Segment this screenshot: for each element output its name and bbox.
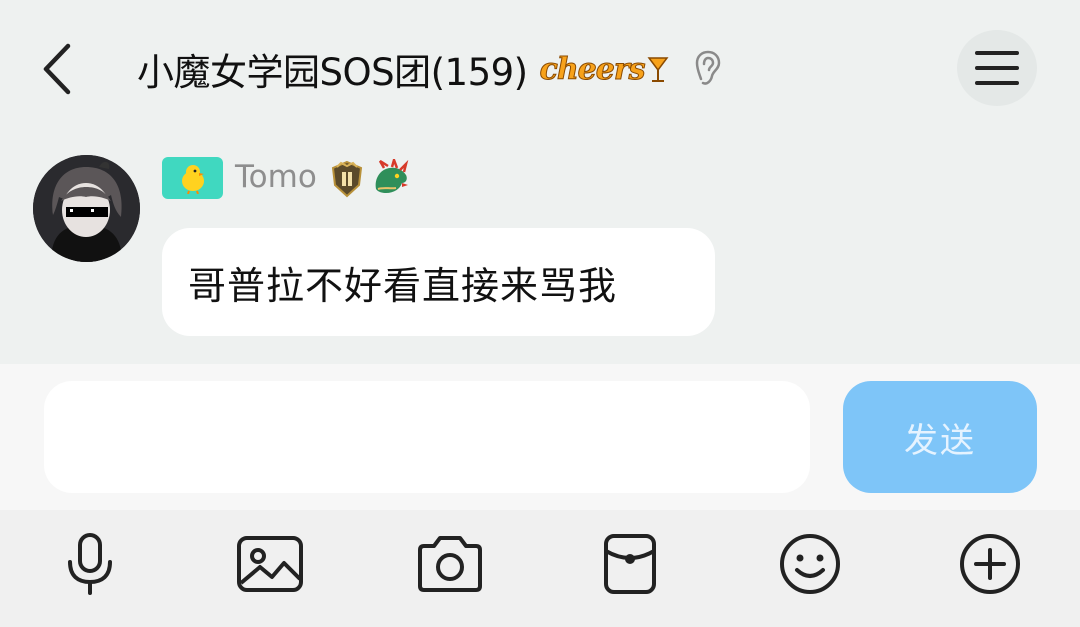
message-bubble[interactable]: 哥普拉不好看直接来骂我 (162, 228, 715, 336)
red-packet-icon (604, 534, 656, 594)
chevron-left-icon (43, 43, 71, 95)
sender-name[interactable]: Tomo (235, 159, 317, 195)
plus-icon (960, 534, 1020, 594)
chat-header: 小魔女学园SOS团(159) cheers (0, 0, 1080, 130)
chat-message: Tomo 哥普拉不好看直接来骂我 (0, 150, 1080, 360)
composer-bar: 发送 (0, 364, 1080, 510)
camera-button[interactable] (410, 524, 490, 604)
rank-shield-badge (331, 160, 363, 198)
menu-button[interactable] (957, 30, 1037, 106)
chick-icon (181, 165, 204, 194)
menu-icon (975, 51, 1019, 85)
send-button[interactable]: 发送 (843, 381, 1037, 493)
message-text: 哥普拉不好看直接来骂我 (188, 263, 618, 308)
avatar[interactable] (33, 155, 140, 262)
bottom-toolbar (0, 510, 1080, 627)
emoji-button[interactable] (770, 524, 850, 604)
dragon-badge (375, 159, 409, 193)
ear-icon[interactable] (693, 49, 723, 89)
avatar-image (33, 155, 140, 262)
voice-button[interactable] (50, 524, 130, 604)
message-input[interactable] (44, 381, 810, 493)
image-button[interactable] (230, 524, 310, 604)
image-icon (237, 536, 303, 592)
camera-icon (418, 536, 482, 592)
chick-level-badge (162, 157, 223, 199)
red-packet-button[interactable] (590, 524, 670, 604)
more-button[interactable] (950, 524, 1030, 604)
back-button[interactable] (38, 40, 78, 98)
cheers-decoration: cheers (539, 51, 646, 87)
chat-title-group[interactable]: 小魔女学园SOS团(159) cheers (137, 40, 723, 98)
mic-icon (68, 533, 112, 595)
emoji-icon (780, 534, 840, 594)
cocktail-glass-icon (647, 57, 669, 82)
chat-title: 小魔女学园SOS团(159) (137, 51, 528, 94)
